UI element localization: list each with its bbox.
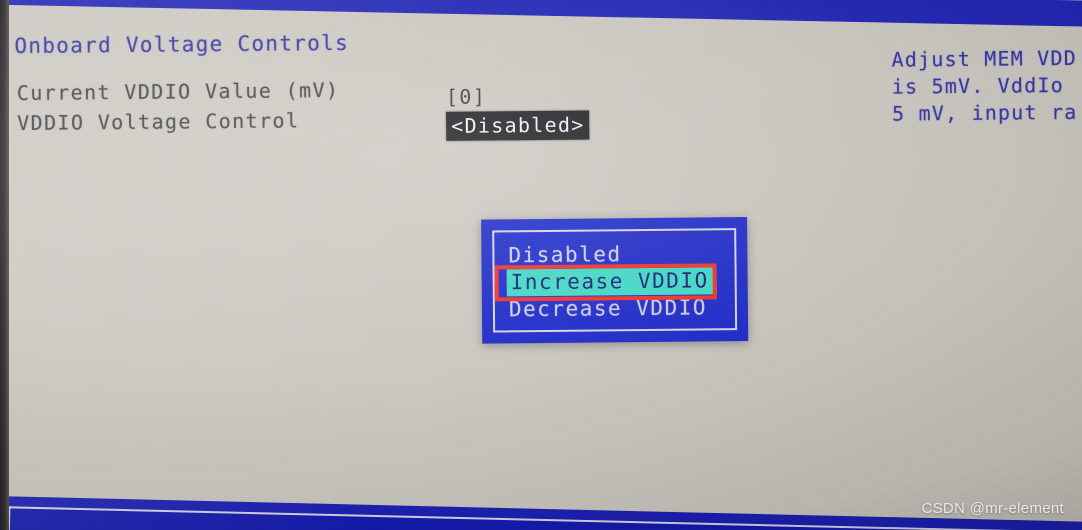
help-line-1: Adjust MEM VDD xyxy=(891,45,1078,72)
value-current-vddio: [0] xyxy=(445,84,487,109)
setting-label-current-vddio-value: Current VDDIO Value (mV) xyxy=(16,77,340,106)
red-annotation-box xyxy=(494,263,717,302)
footer-bar xyxy=(0,494,1082,530)
settings-list: Current VDDIO Value (mV) VDDIO Voltage C… xyxy=(17,75,340,138)
csdn-watermark: CSDN @mr-element xyxy=(921,500,1064,517)
settings-value-column: [0] <Disabled> xyxy=(446,82,590,141)
help-line-2: is 5mV. VddIo xyxy=(891,72,1065,99)
bios-screen-photo: Onboard Voltage Controls Current VDDIO V… xyxy=(0,0,1082,530)
bios-setup-screen: Onboard Voltage Controls Current VDDIO V… xyxy=(0,0,1082,530)
page-title: Onboard Voltage Controls xyxy=(14,30,350,59)
setting-label-vddio-voltage-control[interactable]: VDDIO Voltage Control xyxy=(17,105,340,138)
value-vddio-voltage-control[interactable]: <Disabled> xyxy=(446,110,590,141)
monitor-bezel-left xyxy=(0,0,9,530)
help-line-3: 5 mV, input ra xyxy=(891,99,1078,126)
help-pane: Adjust MEM VDD is 5mV. VddIo 5 mV, input… xyxy=(891,44,1082,127)
